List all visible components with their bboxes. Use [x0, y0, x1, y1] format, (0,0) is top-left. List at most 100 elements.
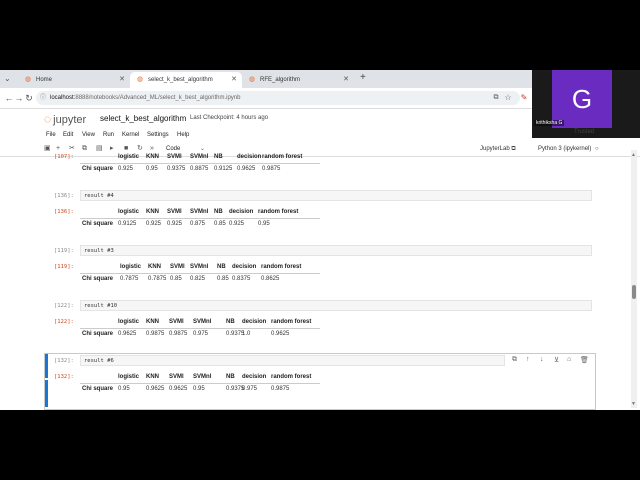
new-tab-icon[interactable]: +	[360, 72, 366, 83]
site-info-icon[interactable]: ⓘ	[40, 91, 46, 105]
tab-rfe[interactable]: ◍ RFE_algorithm ✕	[242, 72, 354, 88]
jupyter-logo[interactable]: ◌ jupyter	[44, 112, 86, 126]
tab-search-icon[interactable]: ⌄	[4, 74, 11, 83]
table-header: random forest	[271, 319, 312, 325]
scroll-down-icon[interactable]: ▼	[631, 401, 636, 407]
row-label: Chi square	[82, 276, 114, 282]
notebook-title[interactable]: select_k_best_algorithm	[100, 114, 186, 123]
table-header: random forest	[262, 154, 303, 160]
menu-view[interactable]: View	[82, 129, 95, 141]
table-header: SVMl	[170, 264, 185, 270]
table-header: SVMnl	[190, 209, 209, 215]
table-header: decision	[229, 209, 254, 215]
menu-settings[interactable]: Settings	[147, 129, 169, 141]
table-header: random forest	[258, 209, 299, 215]
pen-icon[interactable]: ✎	[518, 92, 530, 104]
table-header: KNN	[146, 154, 159, 160]
table-cell: 0.9875	[271, 386, 290, 392]
reload-icon[interactable]: ↻	[23, 92, 35, 104]
table-header: random forest	[261, 264, 302, 270]
participant-name: krithiksha G	[534, 120, 565, 126]
table-header: NB	[214, 209, 223, 215]
tab-bar: ⌄ ◍ Home ✕ ◍ select_k_best_algorithm ✕ ◍…	[0, 70, 532, 88]
menu-file[interactable]: File	[46, 129, 56, 141]
table-header: KNN	[146, 374, 159, 380]
table-cell: 0.7875	[120, 276, 139, 282]
translate-icon[interactable]: ⧉	[490, 92, 502, 104]
table-header: KNN	[148, 264, 161, 270]
menu-kernel[interactable]: Kernel	[122, 129, 139, 141]
url-field[interactable]: ⓘ localhost:8888/notebooks/Advanced_ML/s…	[36, 91, 520, 105]
table-cell: 0.9625	[169, 386, 188, 392]
table-cell: 0.85	[214, 221, 226, 227]
menu-help[interactable]: Help	[177, 129, 189, 141]
close-tab-icon[interactable]: ✕	[343, 72, 349, 88]
table-cell: 0.975	[193, 331, 209, 337]
table-cell: 0.8625	[261, 276, 280, 282]
tab-label: select_k_best_algorithm	[148, 77, 213, 83]
table-rule	[80, 273, 320, 274]
table-header: NB	[226, 319, 235, 325]
table-cell: 0.925	[167, 221, 183, 227]
url-host: localhost:	[50, 95, 76, 101]
table-header: logistic	[118, 154, 140, 160]
table-cell: 0.95	[193, 386, 205, 392]
table-cell: 0.975	[242, 386, 258, 392]
table-cell: 0.7875	[148, 276, 167, 282]
table-cell: 0.8375	[232, 276, 251, 282]
bookmark-star-icon[interactable]: ☆	[502, 92, 514, 104]
menu-edit[interactable]: Edit	[63, 129, 73, 141]
row-label: Chi square	[82, 386, 114, 392]
menu-run[interactable]: Run	[103, 129, 114, 141]
table-header: NB	[214, 154, 223, 160]
table-cell: 0.85	[170, 276, 182, 282]
table-rule	[80, 383, 320, 384]
table-cell: 0.9125	[214, 166, 233, 172]
table-cell: 0.9875	[146, 331, 165, 337]
row-label: Chi square	[82, 331, 114, 337]
table-cell: 0.9875	[169, 331, 188, 337]
table-header: NB	[226, 374, 235, 380]
table-rule	[80, 218, 320, 219]
table-header: decision	[237, 154, 262, 160]
table-header: SVMl	[169, 374, 184, 380]
address-bar: ← → ↻ ⓘ localhost:8888/notebooks/Advance…	[0, 88, 532, 109]
table-cell: 0.9625	[237, 166, 256, 172]
table-header: SVMnl	[190, 264, 209, 270]
table-header: NB	[217, 264, 226, 270]
checkpoint-status: Last Checkpoint: 4 hours ago	[190, 115, 269, 121]
tab-home[interactable]: ◍ Home ✕	[18, 72, 130, 88]
row-label: Chi square	[82, 221, 114, 227]
close-tab-icon[interactable]: ✕	[119, 72, 125, 88]
jupyter-favicon-icon: ◍	[24, 76, 32, 83]
table-cell: 0.875	[190, 221, 206, 227]
trusted-indicator[interactable]: Trusted	[574, 129, 594, 135]
table-cell: 0.9125	[118, 221, 137, 227]
tab-label: Home	[36, 77, 53, 83]
table-cell: 0.925	[118, 166, 134, 172]
table-header: random forest	[271, 374, 312, 380]
table-cell: 0.925	[229, 221, 245, 227]
table-header: decision	[232, 264, 257, 270]
table-header: decision	[242, 374, 267, 380]
table-rule	[80, 163, 320, 164]
table-rule	[80, 328, 320, 329]
notebook-area: [107]: ⧉ ↑ ↓ ⊻ ⌂ 🗑 [136]: result #4 [136…	[40, 152, 596, 410]
table-header: SVMnl	[193, 319, 212, 325]
url-path: 8888/notebooks/Advanced_ML/select_k_best…	[75, 95, 241, 101]
table-cell: 0.95	[258, 221, 270, 227]
scroll-up-icon[interactable]: ▲	[631, 152, 636, 158]
close-tab-icon[interactable]: ✕	[231, 72, 237, 88]
output-tables: logistic KNN SVMl SVMnl NB decision random for…	[40, 152, 596, 410]
table-header: logistic	[120, 264, 142, 270]
table-header: SVMl	[167, 154, 182, 160]
scrollbar[interactable]	[631, 150, 637, 408]
table-cell: 0.95	[146, 166, 158, 172]
tab-select-k-best[interactable]: ◍ select_k_best_algorithm ✕	[130, 72, 242, 88]
table-header: logistic	[118, 374, 140, 380]
table-cell: 0.9875	[262, 166, 281, 172]
table-cell: 0.9625	[146, 386, 165, 392]
scrollbar-thumb[interactable]	[632, 285, 636, 299]
table-header: KNN	[146, 209, 159, 215]
table-cell: 1.0	[242, 331, 251, 337]
